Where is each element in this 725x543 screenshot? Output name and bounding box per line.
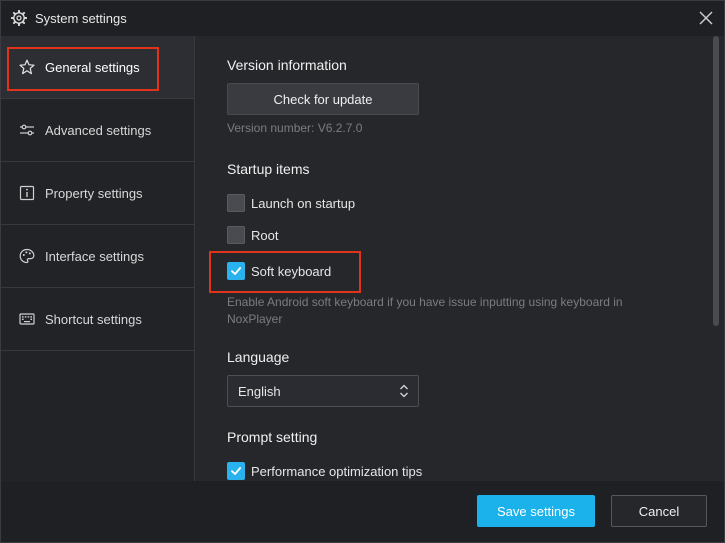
palette-icon — [19, 248, 35, 264]
star-icon — [19, 59, 35, 75]
sidebar-item-advanced[interactable]: Advanced settings — [1, 99, 194, 162]
keyboard-icon — [19, 313, 35, 325]
checkbox-label: Performance optimization tips — [251, 463, 423, 479]
prompt-section-title: Prompt setting — [227, 429, 318, 445]
info-icon — [19, 185, 35, 201]
soft-keyboard-hint-line1: Enable Android soft keyboard if you have… — [227, 295, 623, 309]
language-section-title: Language — [227, 349, 290, 365]
version-section-title: Version information — [227, 57, 347, 73]
gear-icon — [11, 10, 27, 26]
language-selected-value: English — [238, 383, 281, 399]
launch-on-startup-checkbox[interactable]: Launch on startup — [227, 194, 355, 212]
checkbox-box[interactable] — [227, 462, 245, 480]
system-settings-window: System settings General settings Advance — [0, 0, 725, 543]
checkbox-label: Soft keyboard — [251, 263, 332, 279]
checkmark-icon — [231, 267, 242, 275]
sidebar-item-label: Property settings — [45, 185, 143, 201]
check-update-button[interactable]: Check for update — [227, 83, 419, 115]
checkbox-box[interactable] — [227, 194, 245, 212]
root-checkbox[interactable]: Root — [227, 226, 278, 244]
close-icon[interactable] — [698, 10, 714, 26]
checkbox-label: Root — [251, 227, 279, 243]
language-select[interactable]: English — [227, 375, 419, 407]
title-bar: System settings — [1, 1, 724, 36]
sidebar-item-interface[interactable]: Interface settings — [1, 225, 194, 288]
sidebar-item-label: Advanced settings — [45, 122, 152, 138]
soft-keyboard-hint-line2: NoxPlayer — [227, 312, 283, 326]
soft-keyboard-checkbox[interactable]: Soft keyboard — [227, 262, 331, 280]
settings-content: Version information Check for update Ver… — [195, 36, 723, 481]
settings-sidebar: General settings Advanced settings Prope… — [1, 36, 195, 481]
updown-chevron-icon — [400, 384, 408, 398]
content-scrollbar[interactable] — [713, 36, 719, 481]
footer-bar: Save settings Cancel — [1, 481, 724, 542]
window-title: System settings — [35, 11, 127, 26]
scrollbar-thumb[interactable] — [713, 36, 719, 326]
checkbox-label: Launch on startup — [251, 195, 356, 211]
checkbox-box[interactable] — [227, 226, 245, 244]
checkbox-box[interactable] — [227, 262, 245, 280]
performance-tips-checkbox[interactable]: Performance optimization tips — [227, 462, 422, 480]
checkmark-icon — [231, 467, 242, 475]
sidebar-item-general[interactable]: General settings — [1, 36, 194, 99]
sidebar-item-property[interactable]: Property settings — [1, 162, 194, 225]
sidebar-item-label: Interface settings — [45, 248, 144, 264]
save-settings-button[interactable]: Save settings — [477, 495, 595, 527]
startup-section-title: Startup items — [227, 161, 310, 177]
sidebar-item-label: General settings — [45, 59, 140, 75]
version-number: Version number: V6.2.7.0 — [227, 121, 363, 135]
sliders-icon — [20, 124, 34, 136]
sidebar-item-shortcut[interactable]: Shortcut settings — [1, 288, 194, 351]
cancel-button[interactable]: Cancel — [611, 495, 707, 527]
sidebar-item-label: Shortcut settings — [45, 311, 142, 327]
